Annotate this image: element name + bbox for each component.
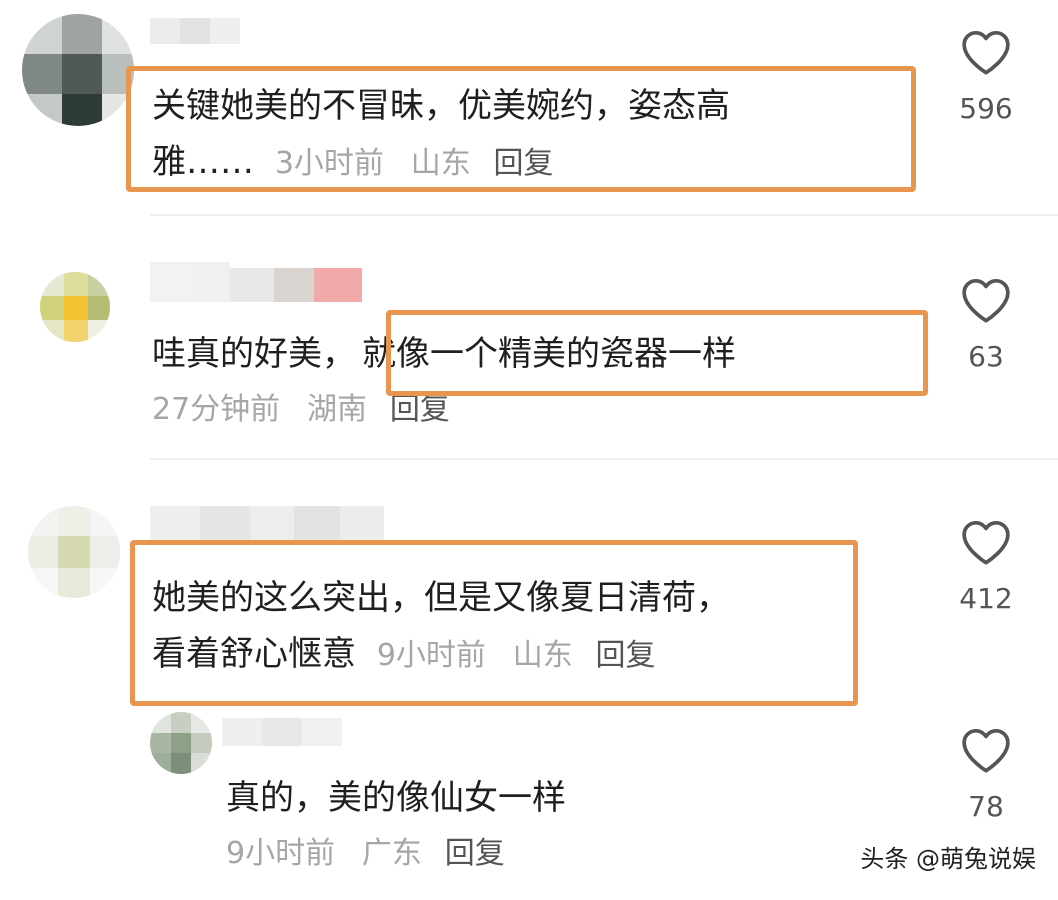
- reply-location: 广东: [361, 836, 422, 871]
- reply-meta: 9小时前 广东 回复: [226, 832, 505, 874]
- divider: [150, 214, 1058, 216]
- highlight-box: [130, 540, 858, 706]
- like-count: 78: [968, 790, 1004, 823]
- like-count: 412: [959, 582, 1013, 615]
- reply-text: 真的，美的像仙女一样: [226, 778, 566, 818]
- heart-icon: [962, 728, 1010, 773]
- highlight-box: [386, 310, 928, 396]
- avatar[interactable]: [22, 14, 134, 126]
- avatar[interactable]: [150, 712, 212, 774]
- username-blurred[interactable]: [150, 262, 362, 302]
- username-blurred[interactable]: [150, 18, 240, 44]
- avatar[interactable]: [28, 506, 120, 598]
- heart-icon: [962, 278, 1010, 323]
- like-button[interactable]: 596: [946, 28, 1026, 125]
- reply-button[interactable]: 回复: [390, 392, 450, 427]
- like-count: 63: [968, 340, 1004, 373]
- like-button[interactable]: 78: [946, 726, 1026, 823]
- heart-icon: [962, 520, 1010, 565]
- username-blurred[interactable]: [150, 506, 384, 540]
- comment-text-prefix: 哇真的好美，: [152, 334, 356, 374]
- reply-button[interactable]: 回复: [445, 836, 505, 871]
- divider: [150, 458, 1058, 460]
- comment-time: 27分钟前: [152, 392, 281, 427]
- username-blurred[interactable]: [222, 718, 342, 746]
- reply-time: 9小时前: [226, 836, 336, 871]
- avatar[interactable]: [40, 272, 110, 342]
- comment-location: 湖南: [307, 392, 367, 427]
- like-button[interactable]: 412: [946, 518, 1026, 615]
- like-count: 596: [959, 92, 1013, 125]
- watermark: 头条 @萌兔说娱: [860, 845, 1036, 873]
- highlight-box: [126, 66, 916, 192]
- like-button[interactable]: 63: [946, 276, 1026, 373]
- heart-icon: [962, 30, 1010, 75]
